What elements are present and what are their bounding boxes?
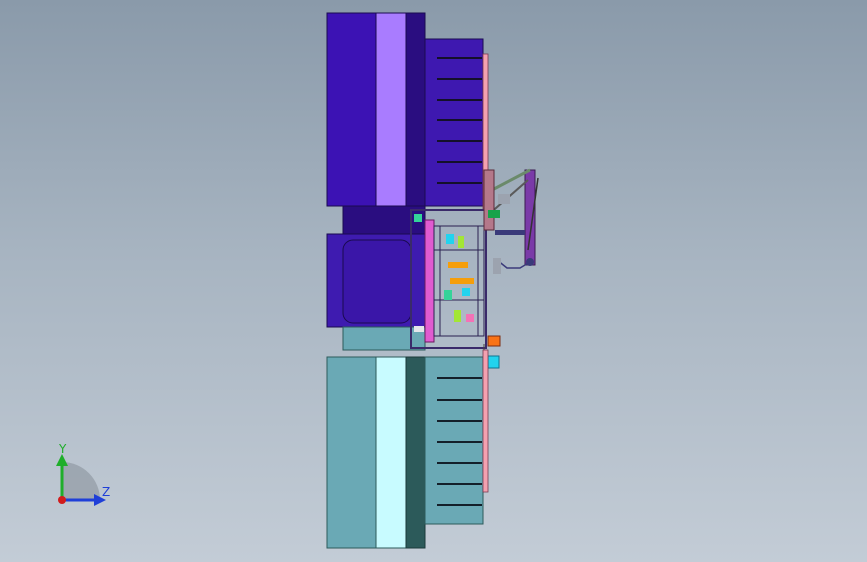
upper-block-dark-panel [405, 12, 426, 207]
lower-block-assembly[interactable] [326, 349, 489, 549]
lower-block-left [326, 356, 378, 549]
lower-block-light-panel [375, 356, 407, 549]
cad-model-view[interactable] [0, 0, 867, 562]
upper-block-light-panel [375, 12, 407, 207]
upper-block-left [326, 12, 378, 207]
upper-block-assembly[interactable] [326, 12, 489, 210]
graphics-viewport[interactable]: Y Z [0, 0, 867, 562]
lower-block-right [424, 356, 484, 525]
upper-block-right [424, 38, 484, 207]
arm-assembly[interactable] [483, 168, 539, 274]
lower-block-dark-panel [405, 356, 426, 549]
lower-rail [482, 349, 489, 493]
y-axis-label: Y [59, 442, 67, 456]
z-axis-label: Z [102, 485, 111, 499]
orientation-triad[interactable]: Y Z [40, 440, 130, 520]
triad-axes [56, 454, 106, 506]
